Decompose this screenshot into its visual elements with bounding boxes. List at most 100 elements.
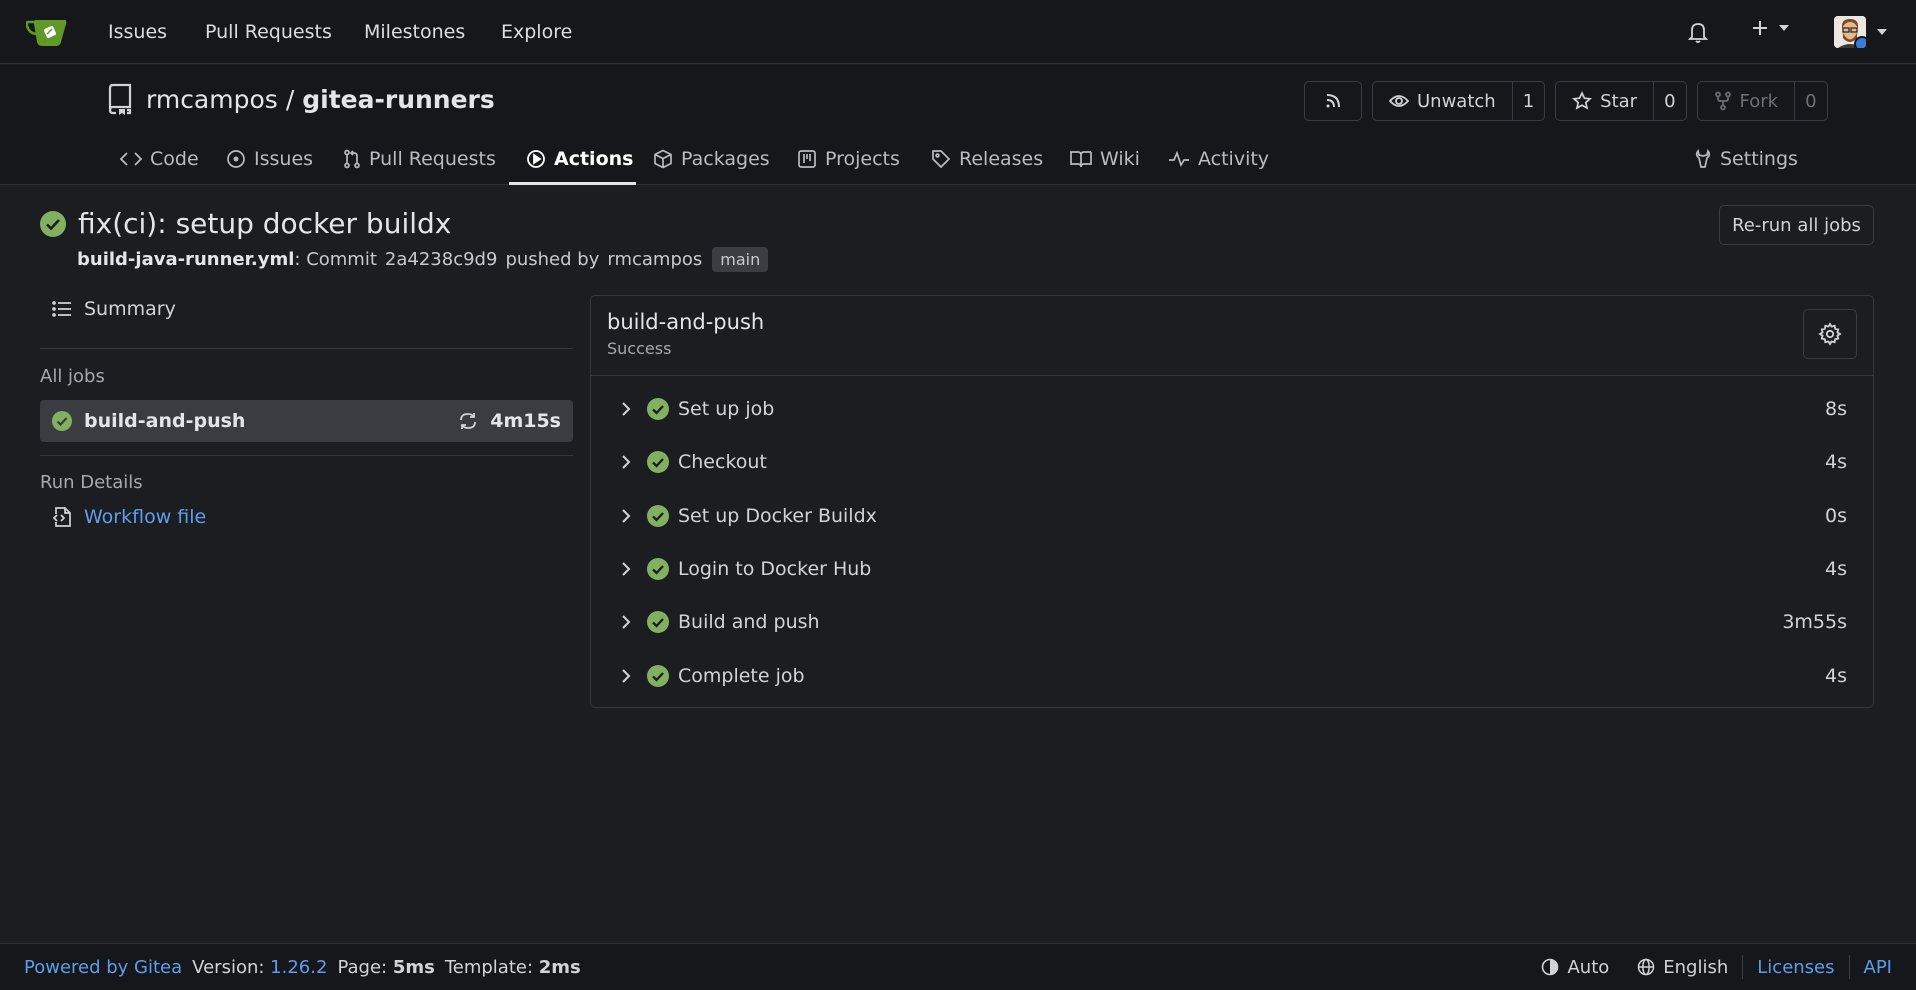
language-selector[interactable]: English [1623,957,1742,978]
powered-by-gitea-link[interactable]: Powered by Gitea [24,957,182,978]
all-jobs-label: All jobs [40,366,105,387]
active-tab-indicator [509,182,636,185]
licenses-link[interactable]: Licenses [1757,957,1834,978]
step-name: Login to Docker Hub [678,557,872,580]
tab-projects[interactable]: Projects [797,133,900,185]
nav-explore[interactable]: Explore [501,0,572,64]
success-check-icon [647,557,669,580]
rerun-all-jobs-button[interactable]: Re-run all jobs [1719,205,1874,245]
code-icon [120,151,142,167]
step-duration: 8s [1825,397,1847,420]
workflow-file-name[interactable]: build-java-runner.yml [77,249,294,270]
star-button-group: Star 0 [1555,81,1687,121]
job-settings-button[interactable] [1803,309,1857,359]
avatar [1834,16,1866,48]
job-panel-header: build-and-push Success [591,296,1873,376]
job-step[interactable]: Complete job 4s [591,649,1873,702]
tool-icon [1694,149,1712,169]
tab-issues[interactable]: Issues [226,133,313,185]
step-name: Checkout [678,450,767,473]
nav-issues[interactable]: Issues [108,0,167,64]
tab-packages[interactable]: Packages [653,133,770,185]
tab-settings-label: Settings [1720,148,1798,170]
tab-releases[interactable]: Releases [931,133,1043,185]
tab-releases-label: Releases [959,148,1044,170]
list-icon [52,300,72,318]
repo-actions: Unwatch 1 Star 0 Fork 0 [1304,81,1828,121]
theme-selector[interactable]: Auto [1527,957,1623,978]
rss-feed-button[interactable] [1304,81,1362,121]
workflow-file-link[interactable]: Workflow file [52,506,206,528]
fork-count[interactable]: 0 [1794,82,1826,120]
repo-tabs: Code Issues Pull Requests Actions Packag… [0,133,1916,185]
fork-button[interactable]: Fork [1698,82,1795,120]
commit-sha-link[interactable]: 2a4238c9d9 [385,249,498,270]
step-duration: 4s [1825,557,1847,580]
step-duration: 3m55s [1782,610,1847,633]
repo-name-link[interactable]: gitea-runners [302,85,495,114]
job-step[interactable]: Set up job 8s [591,382,1873,435]
plus-icon [1750,18,1770,38]
branch-badge[interactable]: main [712,247,769,272]
star-count[interactable]: 0 [1653,82,1685,120]
chevron-right-icon [621,401,631,417]
step-name: Complete job [678,664,805,687]
star-button[interactable]: Star [1556,82,1653,120]
repo-title-separator: / [285,85,295,114]
create-new-dropdown[interactable] [1750,18,1790,38]
job-step[interactable]: Checkout 4s [591,435,1873,488]
summary-link[interactable]: Summary [52,298,176,320]
job-panel: build-and-push Success Set up job 8s Che… [590,295,1874,708]
success-check-icon [647,450,669,473]
template-time: 2ms [538,956,581,978]
success-check-icon [647,504,669,527]
version-label: Version: [192,956,265,978]
star-icon [1572,91,1593,111]
nav-milestones[interactable]: Milestones [364,0,465,64]
run-title-text: fix(ci): setup docker buildx [78,207,452,240]
notifications-bell-icon[interactable] [1686,20,1710,44]
unwatch-button[interactable]: Unwatch [1373,82,1512,120]
success-check-icon [647,397,669,420]
api-link[interactable]: API [1864,957,1892,978]
job-step[interactable]: Build and push 3m55s [591,595,1873,648]
commit-author-link[interactable]: rmcampos [607,249,702,270]
tab-pull-requests[interactable]: Pull Requests [343,133,496,185]
tab-actions[interactable]: Actions [526,133,633,185]
chevron-right-icon [621,614,631,630]
tab-code[interactable]: Code [120,133,199,185]
gitea-logo-icon[interactable] [26,16,68,48]
user-menu[interactable] [1834,16,1888,48]
pulse-icon [1168,150,1190,168]
job-step[interactable]: Set up Docker Buildx 0s [591,489,1873,542]
repo-owner-link[interactable]: rmcampos [146,85,278,114]
tab-wiki[interactable]: Wiki [1070,133,1140,185]
chevron-right-icon [621,454,631,470]
tab-projects-label: Projects [825,148,900,170]
star-label: Star [1600,90,1638,112]
run-details-label: Run Details [40,472,143,493]
job-step[interactable]: Login to Docker Hub 4s [591,542,1873,595]
template-time-label: Template: [444,956,534,978]
run-subtitle: build-java-runner.yml: Commit 2a4238c9d9… [77,247,769,272]
repo-header: rmcampos / gitea-runners Unwatch 1 Star … [0,65,1916,185]
job-item-build-and-push[interactable]: build-and-push 4m15s [40,400,573,442]
tab-settings[interactable]: Settings [1694,133,1798,185]
caret-down-icon [1876,28,1888,36]
version-link[interactable]: 1.26.2 [270,957,327,978]
nav-pull-requests[interactable]: Pull Requests [205,0,332,64]
gear-icon [1818,322,1842,346]
rerun-job-icon[interactable] [458,411,478,431]
tab-issues-label: Issues [254,148,314,170]
chevron-right-icon [621,508,631,524]
tab-activity[interactable]: Activity [1168,133,1269,185]
tab-actions-label: Actions [554,148,634,170]
summary-label: Summary [84,298,176,320]
workflow-file-label: Workflow file [84,506,207,528]
job-panel-title: build-and-push [607,310,765,334]
issue-icon [226,149,246,169]
top-navbar: Issues Pull Requests Milestones Explore [0,0,1916,64]
step-name: Build and push [678,610,820,633]
watch-count[interactable]: 1 [1511,82,1544,120]
watch-button-group: Unwatch 1 [1372,81,1546,121]
